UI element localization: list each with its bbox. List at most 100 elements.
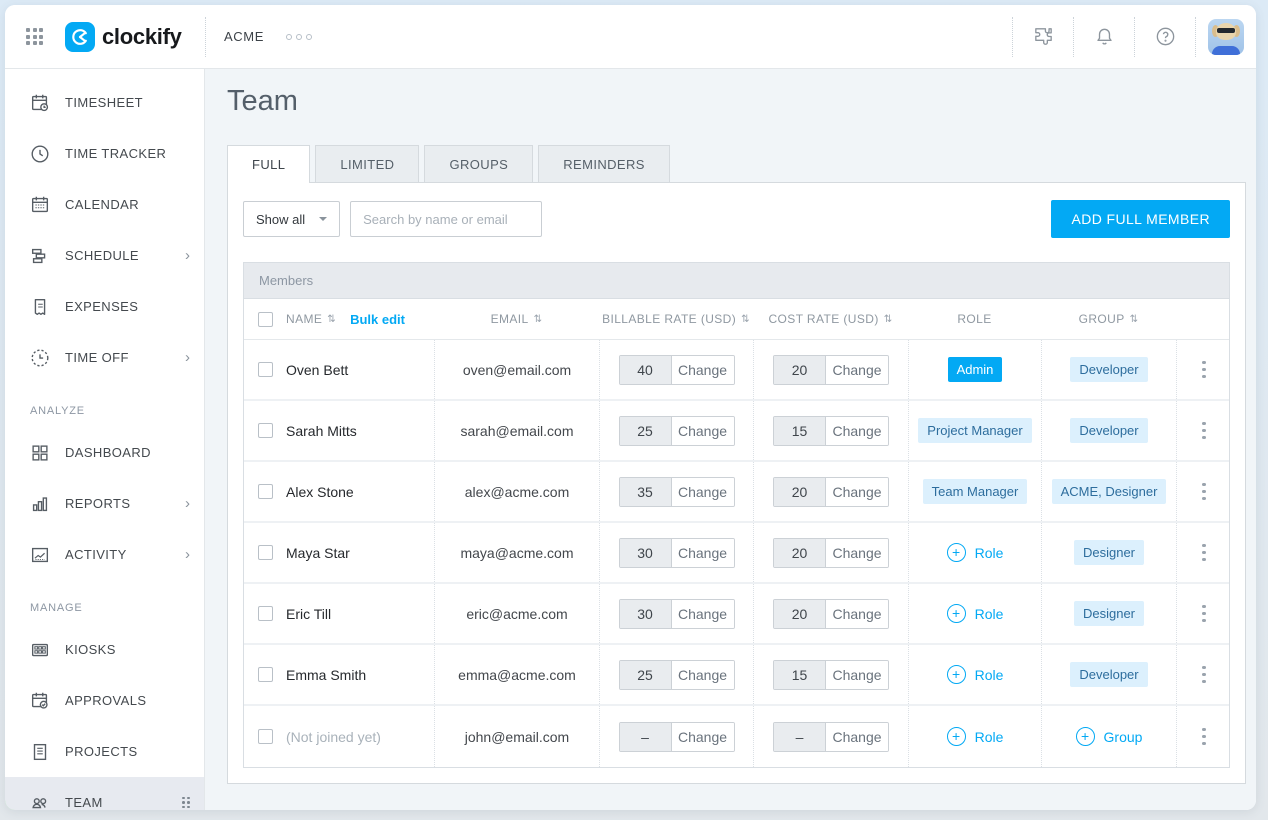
add-role-button[interactable]: +Role bbox=[947, 543, 1004, 562]
change-billable-rate-button[interactable]: Change bbox=[672, 539, 734, 567]
sidebar-item-team[interactable]: TEAM bbox=[5, 777, 204, 810]
change-billable-rate-button[interactable]: Change bbox=[672, 600, 734, 628]
column-header-group[interactable]: GROUP bbox=[1041, 312, 1176, 326]
change-cost-rate-button[interactable]: Change bbox=[826, 723, 888, 751]
help-button[interactable] bbox=[1135, 25, 1195, 48]
topbar-divider bbox=[205, 17, 206, 57]
row-menu-button[interactable] bbox=[1196, 355, 1212, 385]
add-role-button[interactable]: +Role bbox=[947, 665, 1004, 684]
change-billable-rate-button[interactable]: Change bbox=[672, 356, 734, 384]
row-checkbox[interactable] bbox=[258, 606, 273, 621]
members-toolbar: Show all ADD FULL MEMBER bbox=[228, 183, 1245, 262]
sidebar-item-timesheet[interactable]: TIMESHEET bbox=[5, 77, 204, 128]
sidebar-item-calendar[interactable]: CALENDAR bbox=[5, 179, 204, 230]
change-billable-rate-button[interactable]: Change bbox=[672, 723, 734, 751]
row-checkbox[interactable] bbox=[258, 484, 273, 499]
sort-icon bbox=[1130, 314, 1139, 325]
row-menu-button[interactable] bbox=[1196, 599, 1212, 629]
time-off-icon bbox=[29, 347, 51, 369]
members-table: Members NAME Bulk edit EMAIL bbox=[243, 262, 1230, 768]
sidebar-item-time-tracker[interactable]: TIME TRACKER bbox=[5, 128, 204, 179]
role-badge: Admin bbox=[948, 357, 1003, 382]
select-all-checkbox[interactable] bbox=[258, 312, 273, 327]
sidebar-item-time-off[interactable]: TIME OFF › bbox=[5, 332, 204, 383]
change-cost-rate-button[interactable]: Change bbox=[826, 356, 888, 384]
row-checkbox[interactable] bbox=[258, 667, 273, 682]
sidebar-item-expenses[interactable]: EXPENSES bbox=[5, 281, 204, 332]
sort-icon bbox=[884, 314, 893, 325]
billable-rate-control: –Change bbox=[619, 722, 735, 752]
change-cost-rate-button[interactable]: Change bbox=[826, 600, 888, 628]
page-title: Team bbox=[227, 85, 1256, 118]
sidebar-item-reports[interactable]: REPORTS › bbox=[5, 478, 204, 529]
row-menu-button[interactable] bbox=[1196, 477, 1212, 507]
add-full-member-button[interactable]: ADD FULL MEMBER bbox=[1051, 200, 1230, 238]
tab-reminders[interactable]: REMINDERS bbox=[538, 145, 670, 182]
workspace-name[interactable]: ACME bbox=[224, 29, 264, 44]
notifications-button[interactable] bbox=[1074, 25, 1134, 48]
group-badge: Developer bbox=[1070, 357, 1147, 382]
group-badge: Developer bbox=[1070, 662, 1147, 687]
billable-rate-control: 25Change bbox=[619, 416, 735, 446]
column-header-billable-rate[interactable]: BILLABLE RATE (USD) bbox=[599, 312, 753, 326]
billable-rate-control: 25Change bbox=[619, 660, 735, 690]
workspace-menu-dots[interactable] bbox=[286, 34, 312, 40]
row-checkbox[interactable] bbox=[258, 423, 273, 438]
topbar: clockify ACME bbox=[5, 5, 1256, 69]
clockify-logo[interactable]: clockify bbox=[65, 22, 182, 52]
team-icon bbox=[29, 792, 51, 811]
change-billable-rate-button[interactable]: Change bbox=[672, 417, 734, 445]
table-header-row: NAME Bulk edit EMAIL BILLABLE RATE (USD)… bbox=[244, 299, 1229, 340]
row-menu-button[interactable] bbox=[1196, 660, 1212, 690]
change-cost-rate-button[interactable]: Change bbox=[826, 417, 888, 445]
plus-icon: + bbox=[1076, 727, 1095, 746]
change-cost-rate-button[interactable]: Change bbox=[826, 661, 888, 689]
sidebar-item-activity[interactable]: ACTIVITY › bbox=[5, 529, 204, 580]
clockify-logo-icon bbox=[65, 22, 95, 52]
show-filter-select[interactable]: Show all bbox=[243, 201, 340, 237]
sort-icon bbox=[534, 314, 543, 325]
sidebar-item-dashboard[interactable]: DASHBOARD bbox=[5, 427, 204, 478]
user-avatar[interactable] bbox=[1208, 19, 1244, 55]
sidebar-item-kiosks[interactable]: KIOSKS bbox=[5, 624, 204, 675]
sidebar-section-analyze: ANALYZE bbox=[5, 383, 204, 427]
tab-groups[interactable]: GROUPS bbox=[424, 145, 533, 182]
cost-rate-control: 15Change bbox=[773, 416, 889, 446]
bulk-edit-link[interactable]: Bulk edit bbox=[350, 312, 405, 327]
topbar-divider bbox=[1195, 17, 1196, 57]
add-role-button[interactable]: +Role bbox=[947, 727, 1004, 746]
tab-full[interactable]: FULL bbox=[227, 145, 310, 183]
puzzle-icon bbox=[1032, 25, 1055, 48]
column-header-email[interactable]: EMAIL bbox=[434, 312, 599, 326]
drag-handle-icon[interactable] bbox=[182, 797, 190, 809]
add-group-button[interactable]: +Group bbox=[1076, 727, 1143, 746]
search-input[interactable] bbox=[350, 201, 542, 237]
change-billable-rate-button[interactable]: Change bbox=[672, 661, 734, 689]
clock-icon bbox=[29, 143, 51, 165]
row-menu-button[interactable] bbox=[1196, 416, 1212, 446]
add-role-button[interactable]: +Role bbox=[947, 604, 1004, 623]
row-menu-button[interactable] bbox=[1196, 538, 1212, 568]
tab-limited[interactable]: LIMITED bbox=[315, 145, 419, 182]
billable-rate-control: 30Change bbox=[619, 599, 735, 629]
column-header-cost-rate[interactable]: COST RATE (USD) bbox=[753, 312, 908, 326]
change-cost-rate-button[interactable]: Change bbox=[826, 478, 888, 506]
group-badge: ACME, Designer bbox=[1052, 479, 1167, 504]
column-header-name[interactable]: NAME bbox=[286, 312, 336, 326]
integrations-button[interactable] bbox=[1013, 25, 1073, 48]
table-row: (Not joined yet) john@email.com –Change … bbox=[244, 706, 1229, 767]
sidebar-item-approvals[interactable]: APPROVALS bbox=[5, 675, 204, 726]
row-checkbox[interactable] bbox=[258, 545, 273, 560]
plus-icon: + bbox=[947, 665, 966, 684]
group-badge: Designer bbox=[1074, 601, 1144, 626]
change-billable-rate-button[interactable]: Change bbox=[672, 478, 734, 506]
sidebar-item-schedule[interactable]: SCHEDULE › bbox=[5, 230, 204, 281]
row-menu-button[interactable] bbox=[1196, 722, 1212, 752]
sidebar-item-projects[interactable]: PROJECTS bbox=[5, 726, 204, 777]
row-checkbox[interactable] bbox=[258, 362, 273, 377]
change-cost-rate-button[interactable]: Change bbox=[826, 539, 888, 567]
receipt-icon bbox=[29, 296, 51, 318]
row-checkbox[interactable] bbox=[258, 729, 273, 744]
apps-grid-icon[interactable] bbox=[26, 28, 43, 45]
table-row: Sarah Mitts sarah@email.com 25Change 15C… bbox=[244, 401, 1229, 462]
